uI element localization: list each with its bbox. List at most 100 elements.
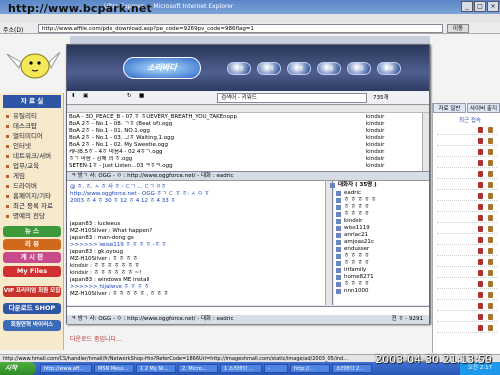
settings-button[interactable]: 설정 bbox=[287, 62, 311, 75]
user-item[interactable]: kindsir bbox=[335, 218, 362, 225]
right-list-row[interactable] bbox=[437, 180, 497, 190]
user-item[interactable]: irifamily bbox=[335, 267, 366, 274]
review-button[interactable]: 리 뷰 bbox=[3, 239, 61, 250]
nav-item[interactable]: 데스크탑 bbox=[6, 121, 64, 131]
board-button[interactable]: 게 시 판 bbox=[3, 252, 61, 263]
right-list-row[interactable] bbox=[437, 147, 497, 157]
hot-icon bbox=[478, 237, 483, 243]
chat-scrollbar[interactable] bbox=[325, 181, 332, 305]
nav-item[interactable]: 인터넷 bbox=[6, 141, 64, 151]
nav-item[interactable]: 드라이버 bbox=[6, 181, 64, 191]
help-button[interactable]: 도움 bbox=[317, 62, 341, 75]
user-item[interactable]: wiss1119 bbox=[336, 225, 370, 232]
my-files-button[interactable]: My Files bbox=[3, 266, 61, 277]
taskbar-item[interactable]: 소리바다 2... bbox=[332, 364, 372, 373]
right-list-row[interactable] bbox=[437, 136, 497, 146]
right-list-row[interactable] bbox=[437, 290, 497, 300]
member-promo[interactable]: 회원연혁 바이러스 bbox=[3, 320, 61, 331]
taskbar-item[interactable]: 1 2 My Ni... bbox=[136, 364, 176, 373]
file-row[interactable]: SETEN-1ㅎ - Just Listen...03 ㅋㅎㅋ.ogg kinds… bbox=[69, 163, 425, 170]
go-button[interactable]: 이동 bbox=[447, 24, 469, 33]
chat-input[interactable] bbox=[67, 306, 429, 315]
nav-item[interactable]: 게임 bbox=[6, 171, 64, 181]
tab-cyber[interactable]: 사이버 출지 bbox=[467, 103, 500, 113]
right-list-row[interactable] bbox=[437, 158, 497, 168]
taskbar-item[interactable]: http://... bbox=[290, 364, 330, 373]
nav-item[interactable]: 최근 등록 자료 bbox=[6, 201, 64, 211]
exit-button[interactable]: 종료 bbox=[377, 62, 401, 75]
right-list-row[interactable] bbox=[437, 246, 497, 256]
nav-item[interactable]: 유틸리티 bbox=[6, 111, 64, 121]
user-item[interactable]: ㅎ ㅎ ㅎ ㅎ bbox=[336, 253, 370, 260]
taskbar-item[interactable]: MSN Mess... bbox=[94, 364, 134, 373]
right-list-row[interactable] bbox=[437, 224, 497, 234]
file-row[interactable]: 케니B.5ㅎ - 4ㅎ 마음4 - 02 4ㅎㄱ.ogg kindsir bbox=[69, 149, 425, 156]
user-item[interactable]: ㅎ ㅎ ㅎ ㅎ bbox=[336, 204, 370, 211]
download-shop-button[interactable]: 다운로드 SHOP bbox=[3, 303, 61, 314]
tab-general[interactable]: 자료 일반 bbox=[433, 103, 466, 113]
file-row[interactable]: BoA 2ㅎ - No.1 - 02. My Sweetie.ogg kindsi… bbox=[69, 142, 425, 149]
file-icon bbox=[488, 193, 493, 199]
right-list-row[interactable] bbox=[437, 279, 497, 289]
user-item[interactable]: anrlac21 bbox=[335, 232, 368, 239]
vip-promo[interactable]: VIP 프리미엄 회원 모집 bbox=[3, 286, 61, 297]
hot-icon bbox=[478, 314, 483, 320]
user-item[interactable]: ㅎ ㅎ ㅎ ㅎ bbox=[336, 260, 370, 267]
folder-icon[interactable]: ▣ bbox=[83, 93, 88, 99]
nav-list: 유틸리티 데스크탑 멀티미디어 인터넷 네트워크/서버 업무/교육 게임 드라이… bbox=[6, 111, 64, 221]
nav-item[interactable]: 업무/교육 bbox=[6, 161, 64, 171]
right-list-row[interactable] bbox=[437, 312, 497, 322]
news-button[interactable]: 뉴 스 bbox=[3, 226, 61, 237]
refresh-icon[interactable]: ↻ bbox=[127, 93, 132, 99]
minimize-icon[interactable]: _ bbox=[461, 1, 473, 12]
file-icon bbox=[488, 182, 493, 188]
stop-icon[interactable]: ■ bbox=[139, 93, 144, 99]
file-list-scrollbar[interactable] bbox=[422, 113, 429, 171]
user-item[interactable]: ㅎ ㅎ ㅎ ㅎ bbox=[336, 281, 370, 288]
taskbar-item[interactable]: - bbox=[264, 364, 288, 373]
file-row[interactable]: BoA 2ㅎ - No.1 - 01. NO.1.ogg kindsir bbox=[69, 128, 425, 135]
user-item[interactable]: home8271 bbox=[336, 274, 374, 281]
info-button[interactable]: 정보 bbox=[347, 62, 371, 75]
right-list-row[interactable] bbox=[437, 213, 497, 223]
download-icon[interactable]: ⬇ bbox=[71, 93, 76, 99]
taskbar-item[interactable]: http://www.aff... bbox=[40, 364, 92, 373]
file-user: kindsir bbox=[366, 163, 385, 169]
nav-item[interactable]: 명예의 전당 bbox=[6, 211, 64, 221]
user-item[interactable]: ㅎ ㅎ ㅎ ㅎ ㅎ bbox=[335, 197, 376, 204]
play-button[interactable]: 재생 bbox=[227, 62, 251, 75]
file-row[interactable]: BoA 2ㅎ - No.1 - 08. ㄱㅎ (Beat of).ogg kind… bbox=[69, 121, 425, 128]
right-list-row[interactable] bbox=[437, 202, 497, 212]
close-icon[interactable]: × bbox=[487, 1, 499, 12]
file-name: SETEN-1ㅎ - Just Listen...03 ㅋㅎㅋ.ogg bbox=[69, 163, 173, 169]
user-item[interactable]: amjoas21c bbox=[336, 239, 374, 246]
nav-item[interactable]: 네트워크/서버 bbox=[6, 151, 64, 161]
right-list-row[interactable] bbox=[437, 191, 497, 201]
right-list-row[interactable] bbox=[437, 301, 497, 311]
file-name: ㅎㄱ 마음 - 김해 의 ㅎ.ogg bbox=[69, 156, 133, 162]
user-item[interactable]: nnn1000 bbox=[335, 288, 368, 295]
hot-icon bbox=[478, 204, 483, 210]
right-list-row[interactable] bbox=[437, 235, 497, 245]
taskbar-item[interactable]: 2. Micro... bbox=[178, 364, 218, 373]
search-combo[interactable]: 검색어 - 키워드 bbox=[217, 93, 367, 103]
file-row[interactable]: ㅎㄱ 마음 - 김해 의 ㅎ.ogg kindsir bbox=[69, 156, 425, 163]
right-list-row[interactable] bbox=[437, 323, 497, 333]
nav-item[interactable]: 홈페이지/기타 bbox=[6, 191, 64, 201]
address-input[interactable]: http://www.affile.com/pds_download.asp?p… bbox=[38, 24, 443, 33]
user-item[interactable]: endusser bbox=[335, 246, 369, 253]
file-user: kindsir bbox=[366, 128, 385, 134]
file-row[interactable]: BoA 2ㅎ - No.1 - 03. 그ㅎ Waiting.1.ogg kind… bbox=[69, 135, 425, 142]
right-list-row[interactable] bbox=[437, 125, 497, 135]
user-item[interactable]: eadric bbox=[335, 190, 361, 197]
nav-item[interactable]: 멀티미디어 bbox=[6, 131, 64, 141]
right-list-row[interactable] bbox=[437, 257, 497, 267]
maximize-icon[interactable]: □ bbox=[474, 1, 486, 12]
start-button[interactable]: 시작 bbox=[0, 362, 36, 375]
search-button[interactable]: 검색 bbox=[257, 62, 281, 75]
taskbar-item[interactable]: 1 소리바다 ... bbox=[220, 364, 262, 373]
user-item[interactable]: ㅎ ㅎ ㅎ ㅎ bbox=[336, 211, 370, 218]
right-list-row[interactable] bbox=[437, 268, 497, 278]
file-row[interactable]: BoA - 3D_PEACE_B - 07.ㅎ ㅎUEVERY_BREATH_Y… bbox=[69, 114, 425, 121]
right-list-row[interactable] bbox=[437, 169, 497, 179]
